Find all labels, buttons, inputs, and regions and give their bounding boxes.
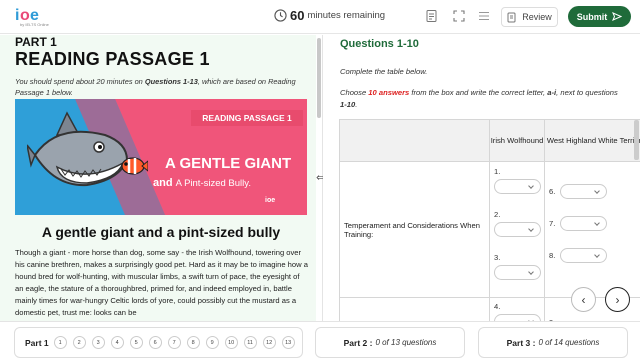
submit-label: Submit bbox=[576, 11, 608, 22]
part3-count: 0 of 14 questions bbox=[538, 338, 600, 347]
clownfish-illustration bbox=[121, 157, 148, 175]
question-number: 7. bbox=[549, 219, 556, 228]
questions-pane: Questions 1-10 Complete the table below.… bbox=[323, 35, 640, 321]
question-number: 8. bbox=[549, 251, 556, 260]
review-icon bbox=[507, 12, 516, 22]
questions-instruction-1: Complete the table below. bbox=[340, 67, 428, 76]
answer-select-q6[interactable] bbox=[560, 184, 607, 199]
answer-select-q4[interactable] bbox=[494, 314, 541, 321]
question-nav-1[interactable]: 1 bbox=[53, 336, 67, 349]
app-window: i o e by IELTS Online 60 minutes remaini… bbox=[0, 0, 640, 362]
question-nav-2[interactable]: 2 bbox=[72, 336, 86, 349]
question-nav-11[interactable]: 11 bbox=[243, 336, 257, 349]
question-nav-10[interactable]: 10 bbox=[224, 336, 238, 349]
answer-select-q3[interactable] bbox=[494, 265, 541, 280]
question-nav-13[interactable]: 13 bbox=[281, 336, 295, 349]
banner-tag: READING PASSAGE 1 bbox=[191, 110, 303, 126]
article-title: A gentle giant and a pint-sized bully bbox=[41, 224, 281, 240]
answer-table: Irish Wolfhound West Highland White Terr… bbox=[339, 119, 640, 321]
passage-banner-image: READING PASSAGE 1 A GENTLE GIANT and A P… bbox=[15, 99, 307, 215]
review-button[interactable]: Review bbox=[501, 7, 558, 27]
review-label: Review bbox=[522, 12, 552, 22]
prev-question-button[interactable]: ‹ bbox=[571, 287, 596, 312]
cell-question-4: 4. bbox=[489, 297, 545, 321]
answer-select-q7[interactable] bbox=[560, 216, 607, 231]
part2-label: Part 2 : bbox=[343, 337, 373, 348]
row-label-temperament: Temperament and Considerations When Trai… bbox=[339, 161, 490, 298]
menu-icon[interactable] bbox=[477, 9, 491, 23]
answer-select-q8[interactable] bbox=[560, 248, 607, 263]
question-nav-5[interactable]: 5 bbox=[129, 336, 143, 349]
question-number: 4. bbox=[494, 302, 501, 311]
banner-headline: A GENTLE GIANT bbox=[165, 155, 292, 172]
passage-title: READING PASSAGE 1 bbox=[15, 49, 210, 69]
part1-nav[interactable]: Part 1 1 2 3 4 5 6 7 8 9 10 11 12 13 bbox=[14, 327, 303, 358]
submit-button[interactable]: Submit bbox=[568, 6, 631, 27]
timer-minutes: 60 bbox=[290, 8, 305, 23]
logo-subtitle: by IELTS Online bbox=[20, 22, 49, 27]
question-number: 2. bbox=[494, 210, 501, 219]
notes-icon[interactable] bbox=[425, 9, 439, 23]
send-icon bbox=[612, 12, 623, 21]
article-body: Though a giant - more horse than dog, so… bbox=[15, 248, 308, 317]
col-header-westie: West Highland White Terrier bbox=[544, 119, 640, 162]
part2-count: 0 of 13 questions bbox=[375, 338, 437, 347]
questions-scrollbar[interactable] bbox=[634, 120, 639, 160]
cell-questions-col1: 1. 2. 3. bbox=[489, 161, 545, 298]
clock-icon bbox=[274, 9, 287, 22]
ioe-logo[interactable]: i o e by IELTS Online bbox=[14, 5, 49, 29]
question-number: 6. bbox=[549, 187, 556, 196]
part2-nav[interactable]: Part 2 : 0 of 13 questions bbox=[315, 327, 465, 358]
part-label: PART 1 bbox=[15, 35, 57, 49]
svg-text:i: i bbox=[15, 7, 19, 24]
question-nav-7[interactable]: 7 bbox=[167, 336, 181, 349]
question-nav-8[interactable]: 8 bbox=[186, 336, 200, 349]
timer-label: minutes remaining bbox=[307, 10, 386, 21]
timer: 60 minutes remaining bbox=[274, 8, 385, 23]
question-nav-9[interactable]: 9 bbox=[205, 336, 219, 349]
part-navigation-footer: Part 1 1 2 3 4 5 6 7 8 9 10 11 12 13 Par… bbox=[0, 321, 640, 362]
passage-instructions: You should spend about 20 minutes on Que… bbox=[15, 77, 296, 97]
banner-mini-logo: ioe bbox=[265, 197, 276, 204]
part3-label: Part 3 : bbox=[506, 337, 536, 348]
passage-pane: PART 1 READING PASSAGE 1 You should spen… bbox=[0, 35, 316, 321]
question-nav-6[interactable]: 6 bbox=[148, 336, 162, 349]
part1-label: Part 1 bbox=[25, 337, 49, 348]
questions-heading: Questions 1-10 bbox=[340, 38, 419, 50]
question-number: 1. bbox=[494, 167, 501, 176]
banner-subline: and A Pint-sized Bully. bbox=[153, 177, 251, 189]
table-corner-cell bbox=[339, 119, 490, 162]
answer-select-q2[interactable] bbox=[494, 222, 541, 237]
chevron-right-icon: › bbox=[615, 292, 620, 307]
question-number: 3. bbox=[494, 253, 501, 262]
cell-questions-col2: 6. 7. 8. bbox=[544, 161, 640, 298]
part3-nav[interactable]: Part 3 : 0 of 14 questions bbox=[478, 327, 628, 358]
shark-illustration bbox=[27, 111, 129, 187]
fullscreen-icon[interactable] bbox=[452, 9, 466, 23]
answer-select-q1[interactable] bbox=[494, 179, 541, 194]
row-label-next bbox=[339, 297, 490, 321]
passage-scrollbar[interactable] bbox=[317, 38, 321, 118]
question-nav-12[interactable]: 12 bbox=[262, 336, 276, 349]
question-nav-3[interactable]: 3 bbox=[91, 336, 105, 349]
col-header-irish-wolfhound: Irish Wolfhound bbox=[489, 119, 545, 162]
chevron-left-icon: ‹ bbox=[581, 292, 586, 307]
questions-instruction-2: Choose 10 answers from the box and write… bbox=[340, 88, 618, 109]
top-bar: i o e by IELTS Online 60 minutes remaini… bbox=[0, 0, 640, 34]
next-question-button[interactable]: › bbox=[605, 287, 630, 312]
question-nav-4[interactable]: 4 bbox=[110, 336, 124, 349]
